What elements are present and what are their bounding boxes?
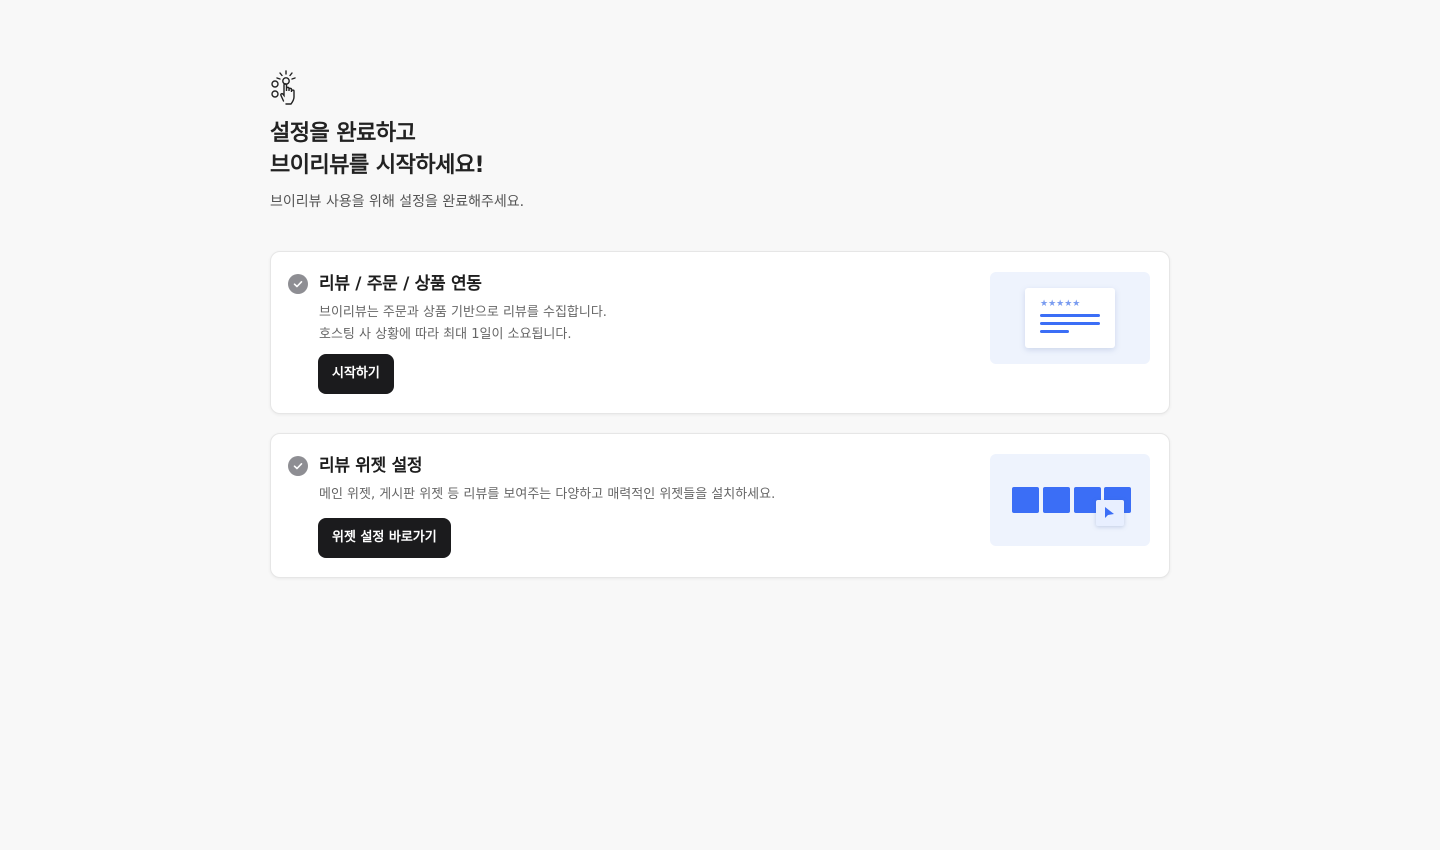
widget-desc-line1: 메인 위젯, 게시판 위젯 등 리뷰를 보여주는 다양하고 매력적인 위젯들을 … <box>319 487 776 502</box>
integration-card-title: 리뷰 / 주문 / 상품 연동 <box>319 274 482 294</box>
integration-card-description: 브이리뷰는 주문과 상품 기반으로 리뷰를 수집합니다. 호스팅 사 상황에 따… <box>319 302 607 346</box>
widget-settings-button[interactable]: 위젯 설정 바로가기 <box>318 518 451 558</box>
page-title-line1: 설정을 완료하고 <box>270 121 416 146</box>
svg-text:★★★★★: ★★★★★ <box>1040 299 1080 309</box>
widget-card: 리뷰 위젯 설정 메인 위젯, 게시판 위젯 등 리뷰를 보여주는 다양하고 매… <box>270 433 1170 578</box>
integration-card: 리뷰 / 주문 / 상품 연동 브이리뷰는 주문과 상품 기반으로 리뷰를 수집… <box>270 251 1170 414</box>
page-title: 설정을 완료하고 브이리뷰를 시작하세요! <box>270 118 1170 182</box>
review-card-illustration: ★★★★★ <box>990 272 1150 364</box>
widget-card-title: 리뷰 위젯 설정 <box>319 456 423 476</box>
integration-desc-line1: 브이리뷰는 주문과 상품 기반으로 리뷰를 수집합니다. <box>319 305 607 320</box>
page-subtitle: 브이리뷰 사용을 위해 설정을 완료해주세요. <box>270 194 525 210</box>
page-title-line2: 브이리뷰를 시작하세요! <box>270 153 485 178</box>
check-circle-icon <box>288 274 308 294</box>
start-button[interactable]: 시작하기 <box>318 354 394 394</box>
setup-page: 설정을 완료하고 브이리뷰를 시작하세요! 브이리뷰 사용을 위해 설정을 완료… <box>0 0 1440 850</box>
check-circle-icon <box>288 456 308 476</box>
setup-container: 설정을 완료하고 브이리뷰를 시작하세요! 브이리뷰 사용을 위해 설정을 완료… <box>270 70 1170 578</box>
integration-desc-line2: 호스팅 사 상황에 따라 최대 1일이 소요됩니다. <box>319 327 572 342</box>
hand-tap-icon <box>271 70 296 105</box>
widget-grid-illustration <box>990 454 1150 546</box>
widget-card-description: 메인 위젯, 게시판 위젯 등 리뷰를 보여주는 다양하고 매력적인 위젯들을 … <box>319 484 775 506</box>
